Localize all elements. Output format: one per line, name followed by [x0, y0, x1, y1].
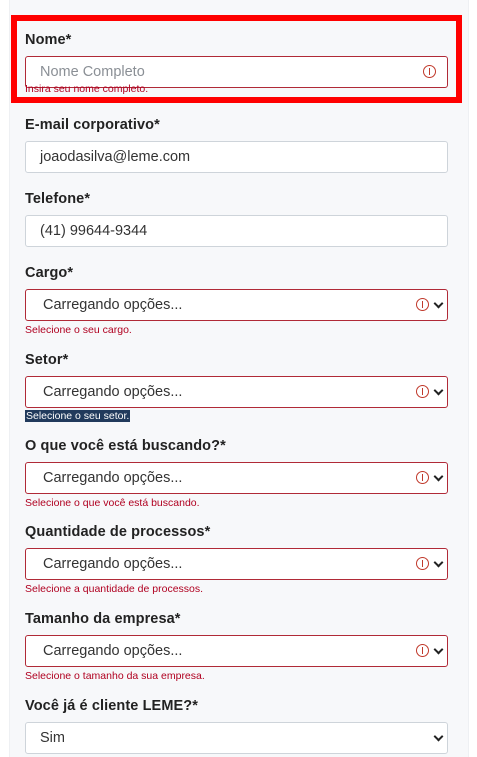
telefone-input[interactable]: (41) 99644-9344 [25, 215, 448, 247]
chevron-down-icon [433, 644, 444, 655]
tamanho-select[interactable]: Carregando opções... [25, 635, 448, 667]
alert-circle-icon [416, 644, 429, 657]
tamanho-error: Selecione o tamanho da sua empresa. [25, 670, 205, 682]
alert-circle-icon [416, 557, 429, 570]
email-label: E-mail corporativo* [25, 117, 160, 133]
chevron-down-icon [433, 471, 444, 482]
alert-circle-icon [416, 385, 429, 398]
cliente-selected: Sim [40, 730, 65, 746]
chevron-down-icon [433, 557, 444, 568]
tamanho-label: Tamanho da empresa* [25, 611, 181, 627]
alert-circle-icon [416, 298, 429, 311]
buscando-select[interactable]: Carregando opções... [25, 462, 448, 494]
cargo-label: Cargo* [25, 265, 74, 281]
field-tamanho: Tamanho da empresa* Carregando opções...… [25, 609, 448, 682]
tamanho-selected: Carregando opções... [43, 643, 183, 659]
field-cargo: Cargo* Carregando opções... Selecione o … [25, 263, 448, 336]
cliente-select[interactable]: Sim [25, 722, 448, 754]
email-value: joaodasilva@leme.com [40, 149, 191, 165]
processos-selected: Carregando opções... [43, 556, 183, 572]
field-setor: Setor* Carregando opções... Selecione o … [25, 350, 448, 422]
processos-select[interactable]: Carregando opções... [25, 548, 448, 580]
cargo-select[interactable]: Carregando opções... [25, 289, 448, 321]
email-input[interactable]: joaodasilva@leme.com [25, 141, 448, 173]
cargo-error: Selecione o seu cargo. [25, 324, 132, 336]
buscando-selected: Carregando opções... [43, 470, 183, 486]
alert-circle-icon [416, 471, 429, 484]
telefone-label: Telefone* [25, 191, 91, 207]
chevron-down-icon [433, 385, 444, 396]
chevron-down-icon [433, 731, 444, 742]
setor-label: Setor* [25, 352, 69, 368]
setor-selected: Carregando opções... [43, 384, 183, 400]
field-buscando: O que você está buscando?* Carregando op… [25, 436, 448, 509]
setor-select[interactable]: Carregando opções... [25, 376, 448, 408]
field-telefone: Telefone* (41) 99644-9344 [25, 189, 448, 247]
setor-error: Selecione o seu setor. [25, 410, 131, 422]
cliente-label: Você já é cliente LEME?* [25, 698, 198, 714]
buscando-error: Selecione o que você está buscando. [25, 497, 200, 509]
field-processos: Quantidade de processos* Carregando opçõ… [25, 522, 448, 595]
chevron-down-icon [433, 298, 444, 309]
telefone-value: (41) 99644-9344 [40, 223, 148, 239]
processos-error: Selecione a quantidade de processos. [25, 583, 204, 595]
field-email: E-mail corporativo* joaodasilva@leme.com [25, 115, 448, 173]
highlight-box [11, 15, 462, 103]
buscando-label: O que você está buscando?* [25, 438, 226, 454]
field-cliente: Você já é cliente LEME?* Sim [25, 696, 448, 754]
processos-label: Quantidade de processos* [25, 524, 211, 540]
cargo-selected: Carregando opções... [43, 297, 183, 313]
